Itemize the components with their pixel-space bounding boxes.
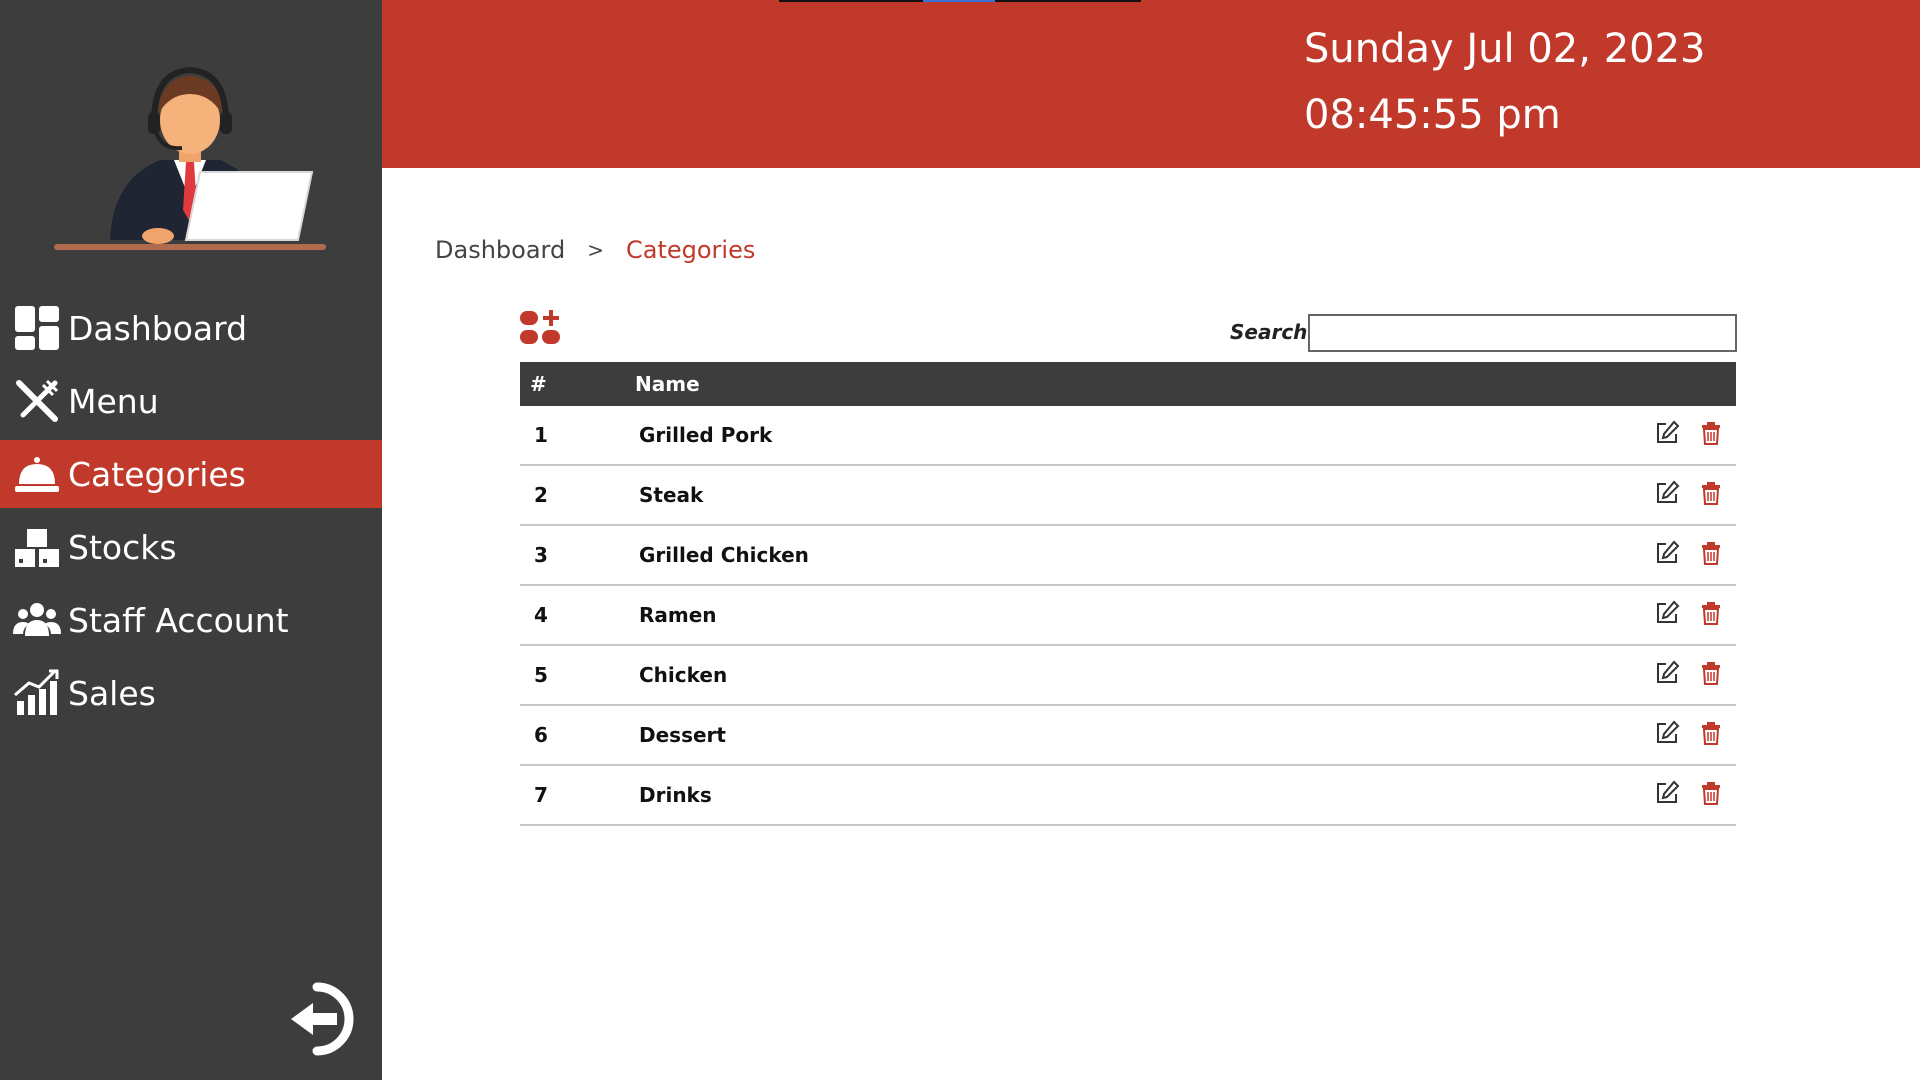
delete-button[interactable] — [1698, 780, 1724, 811]
user-avatar — [50, 50, 330, 260]
row-number: 5 — [534, 663, 548, 687]
row-number: 4 — [534, 603, 548, 627]
table-header: # Name — [520, 362, 1736, 406]
sidebar: Dashboard Menu Categories Stocks Staff A… — [0, 0, 382, 1080]
sidebar-item-dashboard[interactable]: Dashboard — [0, 294, 382, 362]
edit-icon — [1654, 480, 1680, 511]
trash-icon — [1698, 720, 1724, 751]
row-number: 7 — [534, 783, 548, 807]
breadcrumb-current: Categories — [625, 236, 756, 264]
dashboard-icon — [12, 303, 62, 353]
boxes-icon — [12, 522, 62, 572]
header-time: 08:45:55 pm — [1304, 92, 1561, 138]
table-row: 2 Steak — [520, 466, 1736, 526]
edit-button[interactable] — [1654, 660, 1680, 691]
row-name: Drinks — [639, 783, 712, 807]
trash-icon — [1698, 540, 1724, 571]
table-body: 1 Grilled Pork 2 Steak 3 Grilled Chicken… — [520, 406, 1736, 826]
table-row: 4 Ramen — [520, 586, 1736, 646]
sidebar-item-label: Staff Account — [68, 600, 289, 640]
trash-icon — [1698, 660, 1724, 691]
logout-button[interactable] — [283, 979, 363, 1059]
row-name: Ramen — [639, 603, 717, 627]
edit-icon — [1654, 780, 1680, 811]
search-label: Search: — [1230, 320, 1316, 344]
sidebar-item-label: Menu — [68, 381, 159, 421]
trash-icon — [1698, 420, 1724, 451]
table-row: 5 Chicken — [520, 646, 1736, 706]
utensils-icon — [12, 376, 62, 426]
delete-button[interactable] — [1698, 660, 1724, 691]
edit-button[interactable] — [1654, 480, 1680, 511]
sidebar-item-categories[interactable]: Categories — [0, 440, 382, 508]
row-name: Chicken — [639, 663, 728, 687]
column-header-name: Name — [635, 372, 700, 396]
sidebar-item-label: Stocks — [68, 527, 177, 567]
row-number: 2 — [534, 483, 548, 507]
sidebar-item-label: Categories — [68, 454, 246, 494]
breadcrumb-separator: > — [587, 238, 604, 262]
delete-button[interactable] — [1698, 420, 1724, 451]
edit-button[interactable] — [1654, 420, 1680, 451]
add-category-icon — [519, 310, 563, 352]
table-row: 7 Drinks — [520, 766, 1736, 826]
row-actions — [1626, 540, 1736, 571]
breadcrumb: Dashboard > Categories — [435, 236, 755, 264]
row-name: Steak — [639, 483, 704, 507]
header-top-bar-accent — [923, 0, 995, 2]
sidebar-item-menu[interactable]: Menu — [0, 367, 382, 435]
edit-icon — [1654, 420, 1680, 451]
row-name: Grilled Pork — [639, 423, 773, 447]
chart-icon — [12, 668, 62, 718]
table-row: 1 Grilled Pork — [520, 406, 1736, 466]
row-actions — [1626, 600, 1736, 631]
row-name: Dessert — [639, 723, 726, 747]
delete-button[interactable] — [1698, 540, 1724, 571]
row-actions — [1626, 420, 1736, 451]
trash-icon — [1698, 480, 1724, 511]
header: Sunday Jul 02, 2023 08:45:55 pm — [382, 0, 1920, 168]
edit-icon — [1654, 540, 1680, 571]
row-actions — [1626, 660, 1736, 691]
edit-icon — [1654, 660, 1680, 691]
edit-button[interactable] — [1654, 540, 1680, 571]
sidebar-item-stocks[interactable]: Stocks — [0, 513, 382, 581]
delete-button[interactable] — [1698, 600, 1724, 631]
sidebar-item-label: Sales — [68, 673, 156, 713]
users-icon — [12, 595, 62, 645]
table-row: 3 Grilled Chicken — [520, 526, 1736, 586]
header-date: Sunday Jul 02, 2023 — [1304, 26, 1706, 72]
edit-button[interactable] — [1654, 720, 1680, 751]
edit-icon — [1654, 600, 1680, 631]
row-number: 3 — [534, 543, 548, 567]
sidebar-item-staff-account[interactable]: Staff Account — [0, 586, 382, 654]
service-bell-icon — [12, 449, 62, 499]
categories-table: # Name 1 Grilled Pork 2 Steak 3 Grilled … — [520, 362, 1736, 826]
column-header-number: # — [530, 372, 547, 396]
table-row: 6 Dessert — [520, 706, 1736, 766]
row-actions — [1626, 780, 1736, 811]
logout-icon — [283, 982, 363, 1063]
edit-button[interactable] — [1654, 780, 1680, 811]
row-actions — [1626, 720, 1736, 751]
delete-button[interactable] — [1698, 720, 1724, 751]
search-input[interactable] — [1308, 314, 1737, 352]
sidebar-item-sales[interactable]: Sales — [0, 659, 382, 727]
row-number: 6 — [534, 723, 548, 747]
trash-icon — [1698, 600, 1724, 631]
sidebar-item-label: Dashboard — [68, 308, 248, 348]
sidebar-nav: Dashboard Menu Categories Stocks Staff A… — [0, 294, 382, 732]
add-category-button[interactable] — [519, 308, 563, 348]
breadcrumb-dashboard-link[interactable]: Dashboard — [435, 236, 565, 264]
edit-button[interactable] — [1654, 600, 1680, 631]
row-number: 1 — [534, 423, 548, 447]
delete-button[interactable] — [1698, 480, 1724, 511]
row-actions — [1626, 480, 1736, 511]
trash-icon — [1698, 780, 1724, 811]
edit-icon — [1654, 720, 1680, 751]
row-name: Grilled Chicken — [639, 543, 809, 567]
